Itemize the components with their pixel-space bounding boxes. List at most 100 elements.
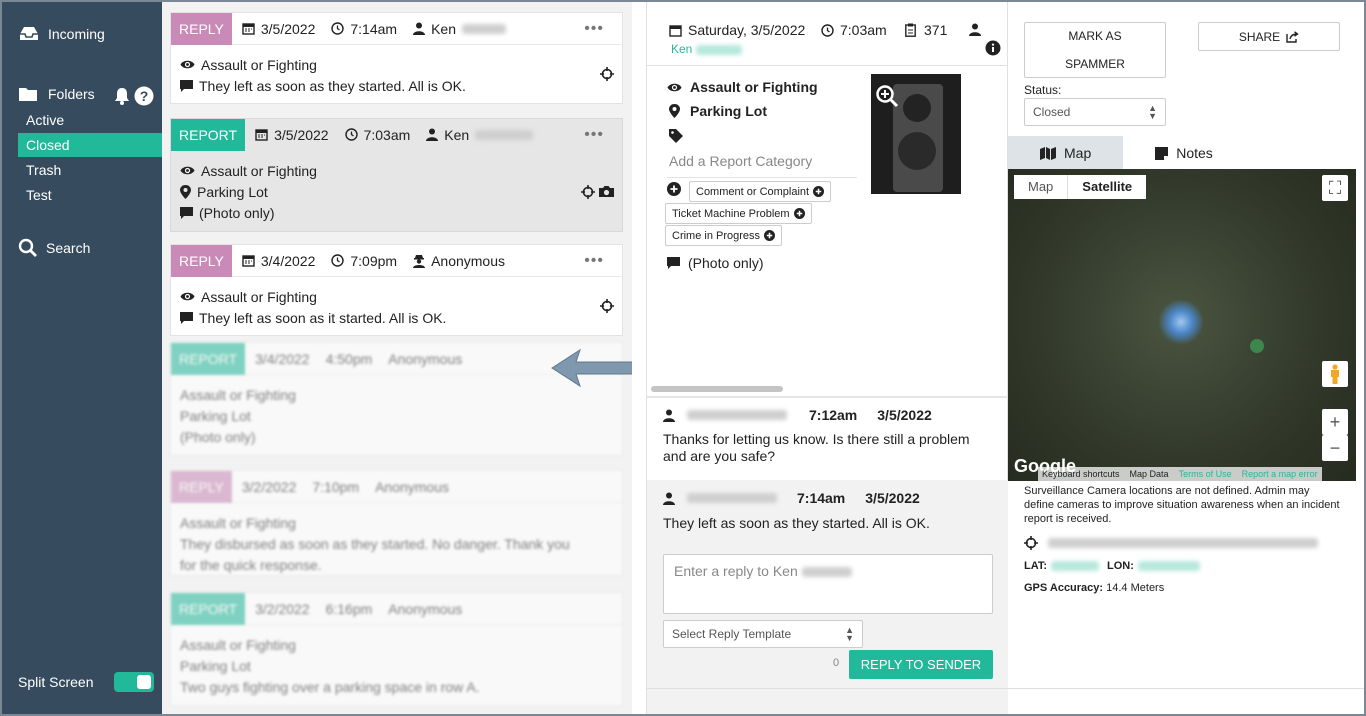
bell-icon[interactable] [114, 87, 130, 105]
detail-h-scrollbar[interactable] [651, 386, 783, 392]
card-date: 3/4/2022 [255, 350, 310, 367]
app-window: Incoming Folders ? Active Closed Trash T… [0, 0, 1366, 716]
detail-time-text: 7:03am [840, 22, 887, 38]
incoming-nav[interactable]: Incoming [18, 26, 105, 42]
card-time: 7:10pm [312, 478, 360, 495]
list-item[interactable]: REPORT 3/2/2022 6:16pm Anonymous Assault… [170, 592, 623, 706]
satellite-map[interactable]: Map Satellite ⛶ + − Google Keyboard shor… [1008, 169, 1356, 481]
redacted-lon [1137, 561, 1200, 571]
search-label: Search [46, 240, 91, 256]
tag-icon [669, 129, 683, 143]
eye-icon [180, 60, 195, 69]
zoom-in-button[interactable]: + [1322, 409, 1348, 435]
chip-comment-complaint[interactable]: Comment or Complaint [689, 181, 832, 202]
eye-icon [667, 83, 682, 91]
info-icon[interactable] [985, 40, 1001, 56]
map-data-link[interactable]: Map Data [1130, 469, 1169, 479]
card-user: Anonymous [388, 350, 463, 367]
reply-tag: REPLY [171, 12, 232, 45]
user-meta: Ken [426, 127, 534, 143]
sidebar-item-active[interactable]: Active [18, 108, 162, 132]
chip-ticket-machine[interactable]: Ticket Machine Problem [665, 203, 812, 224]
redacted-sender [687, 493, 777, 503]
report-error-link[interactable]: Report a map error [1242, 469, 1318, 479]
tab-map[interactable]: Map [1008, 136, 1124, 170]
user-meta: Anonymous [388, 601, 462, 617]
add-category-input[interactable]: Add a Report Category [669, 153, 812, 169]
card-category: Assault or Fighting [201, 162, 317, 179]
zoom-out-button[interactable]: − [1322, 435, 1348, 461]
reply-to-sender-button[interactable]: REPLY TO SENDER [849, 650, 993, 679]
message-line: (Photo only) [171, 202, 622, 223]
card-user: Anonymous [375, 478, 450, 495]
card-message: They left as soon as they started. All i… [199, 77, 466, 94]
char-count: 0 [833, 657, 840, 669]
message-item: 7:12am 3/5/2022 Thanks for letting us kn… [647, 406, 1009, 480]
user-meta: Ken [413, 21, 506, 37]
report-photo[interactable] [871, 74, 961, 194]
message-time: 7:14am [797, 490, 846, 506]
card-header: REPLY 3/2/2022 7:10pm Anonymous [171, 470, 622, 503]
comment-icon [667, 257, 680, 269]
more-options-icon[interactable]: ••• [584, 252, 604, 270]
calendar-icon [669, 24, 682, 37]
help-icon[interactable]: ? [134, 86, 154, 106]
plus-circle-icon [764, 230, 776, 241]
tab-notes[interactable]: Notes [1123, 136, 1245, 170]
chip-crime-in-progress[interactable]: Crime in Progress [665, 225, 783, 246]
reply-template-select[interactable]: Select Reply Template ▲ ▼ [663, 620, 863, 648]
more-options-icon[interactable]: ••• [584, 20, 604, 38]
card-date: 3/2/2022 [255, 600, 310, 617]
sidebar-item-label: Active [26, 112, 65, 128]
card-category: Assault or Fighting [201, 56, 317, 73]
sidebar-item-trash[interactable]: Trash [18, 158, 162, 182]
terms-link[interactable]: Terms of Use [1179, 469, 1232, 479]
mark-as-spammer-button[interactable]: MARK AS SPAMMER [1024, 22, 1166, 78]
report-tag: REPORT [171, 592, 246, 625]
detail-user-link[interactable]: Ken [671, 42, 742, 56]
split-screen-toggle[interactable] [114, 672, 154, 692]
detail-photo-only: (Photo only) [667, 255, 763, 271]
map-footer: Keyboard shortcuts Map Data Terms of Use… [1038, 467, 1322, 481]
list-item[interactable]: REPLY 3/4/2022 7:09pm Anonymous ••• Assa… [170, 244, 623, 336]
redacted-name [475, 129, 534, 140]
share-label: SHARE [1238, 29, 1281, 44]
redacted-address [1048, 538, 1318, 548]
plus-circle-icon [813, 186, 825, 197]
share-button[interactable]: SHARE [1198, 22, 1340, 51]
card-message: (Photo only) [199, 204, 275, 221]
zoom-in-icon[interactable] [875, 84, 899, 108]
list-item-selected[interactable]: REPORT 3/5/2022 7:03am Ken ••• Assault o… [170, 118, 623, 232]
map-type-satellite[interactable]: Satellite [1067, 175, 1146, 199]
list-item[interactable]: REPLY 3/5/2022 7:14am Ken ••• Assault or… [170, 12, 623, 104]
plus-circle-icon[interactable] [667, 182, 681, 196]
reply-textarea[interactable]: Enter a reply to Ken [663, 554, 993, 614]
date-meta: 3/5/2022 [242, 21, 315, 37]
user-meta: Anonymous [388, 351, 462, 367]
category-line: Assault or Fighting [171, 634, 622, 655]
sidebar-item-test[interactable]: Test [18, 183, 162, 207]
search-nav[interactable]: Search [18, 238, 90, 258]
keyboard-shortcuts-link[interactable]: Keyboard shortcuts [1042, 469, 1120, 479]
card-category: Assault or Fighting [201, 288, 317, 305]
detail-category-text: Assault or Fighting [690, 79, 818, 95]
list-item[interactable]: REPLY 3/2/2022 7:10pm Anonymous Assault … [170, 470, 623, 576]
lat-lon: LAT: LON: [1024, 560, 1200, 572]
map-type-control: Map Satellite [1014, 175, 1147, 199]
status-select[interactable]: Closed ▲ ▼ [1024, 98, 1166, 126]
sidebar-item-closed[interactable]: Closed [18, 133, 162, 157]
map-type-map[interactable]: Map [1014, 175, 1067, 199]
card-time: 7:14am [350, 20, 398, 37]
date-meta: 3/2/2022 [242, 479, 297, 495]
photo-only-text: (Photo only) [688, 255, 764, 271]
camera-notice: Surveillance Camera locations are not de… [1024, 485, 1340, 525]
pegman-icon[interactable] [1322, 361, 1348, 387]
fullscreen-icon[interactable]: ⛶ [1322, 175, 1348, 201]
detail-date: Saturday, 3/5/2022 [669, 22, 805, 38]
inbox-icon [20, 27, 38, 40]
search-icon [18, 238, 37, 257]
status-value: Closed [1033, 105, 1071, 119]
card-location: Parking Lot [180, 657, 251, 674]
more-options-icon[interactable]: ••• [584, 126, 604, 144]
category-line: Assault or Fighting [171, 160, 622, 181]
